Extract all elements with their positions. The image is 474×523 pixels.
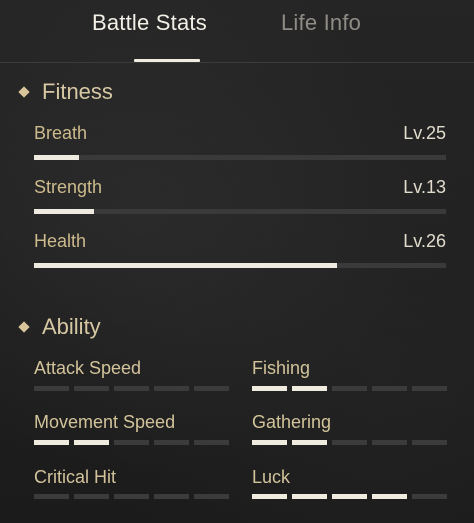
level-pip (412, 440, 447, 445)
stat-level-strength: Lv.13 (403, 177, 446, 197)
tab-life-info[interactable]: Life Info (281, 10, 361, 36)
fitness-section-title: Fitness (18, 79, 113, 105)
attack-speed-level-pips (34, 386, 229, 391)
level-pip (332, 494, 367, 499)
fishing-level-pips (252, 386, 447, 391)
strength-progress-fill (34, 209, 94, 214)
level-pip (74, 494, 109, 499)
diamond-bullet-icon (18, 86, 30, 98)
level-pip (154, 386, 189, 391)
level-pip (412, 386, 447, 391)
level-pip (292, 386, 327, 391)
level-pip (194, 386, 229, 391)
level-pip (34, 386, 69, 391)
level-pip (292, 494, 327, 499)
stat-label-health: Health (34, 231, 87, 251)
fitness-title-text: Fitness (42, 79, 113, 104)
level-pip (332, 386, 367, 391)
tab-battle-stats[interactable]: Battle Stats (92, 10, 207, 36)
character-stats-panel: Battle Stats Life Info Fitness Breath Lv… (0, 0, 474, 523)
level-pip (412, 494, 447, 499)
health-progress-fill (34, 263, 337, 268)
level-pip (372, 440, 407, 445)
critical-hit-level-pips (34, 494, 229, 499)
ability-label-luck: Luck (252, 467, 291, 487)
breath-progress-bar (34, 155, 446, 160)
gathering-level-pips (252, 440, 447, 445)
stat-level-health: Lv.26 (403, 231, 446, 251)
level-pip (114, 494, 149, 499)
ability-label-movement-speed: Movement Speed (34, 412, 176, 432)
level-pip (252, 440, 287, 445)
health-progress-bar (34, 263, 446, 268)
level-pip (114, 440, 149, 445)
level-pip (34, 494, 69, 499)
level-pip (292, 440, 327, 445)
level-pip (74, 440, 109, 445)
tab-divider (0, 62, 474, 63)
diamond-bullet-icon (18, 321, 30, 333)
ability-label-attack-speed: Attack Speed (34, 358, 142, 378)
ability-title-text: Ability (42, 314, 101, 339)
movement-speed-level-pips (34, 440, 229, 445)
stat-level-breath: Lv.25 (403, 123, 446, 143)
ability-label-gathering: Gathering (252, 412, 332, 432)
ability-section-title: Ability (18, 314, 101, 340)
breath-progress-fill (34, 155, 80, 160)
level-pip (252, 386, 287, 391)
level-pip (154, 440, 189, 445)
ability-label-fishing: Fishing (252, 358, 311, 378)
level-pip (194, 440, 229, 445)
strength-progress-bar (34, 209, 446, 214)
ability-label-critical-hit: Critical Hit (34, 467, 117, 487)
luck-level-pips (252, 494, 447, 499)
level-pip (34, 440, 69, 445)
level-pip (154, 494, 189, 499)
level-pip (372, 494, 407, 499)
level-pip (332, 440, 367, 445)
level-pip (194, 494, 229, 499)
stat-label-strength: Strength (34, 177, 103, 197)
level-pip (74, 386, 109, 391)
tab-bar: Battle Stats Life Info (0, 0, 474, 63)
stat-label-breath: Breath (34, 123, 88, 143)
level-pip (252, 494, 287, 499)
level-pip (372, 386, 407, 391)
level-pip (114, 386, 149, 391)
